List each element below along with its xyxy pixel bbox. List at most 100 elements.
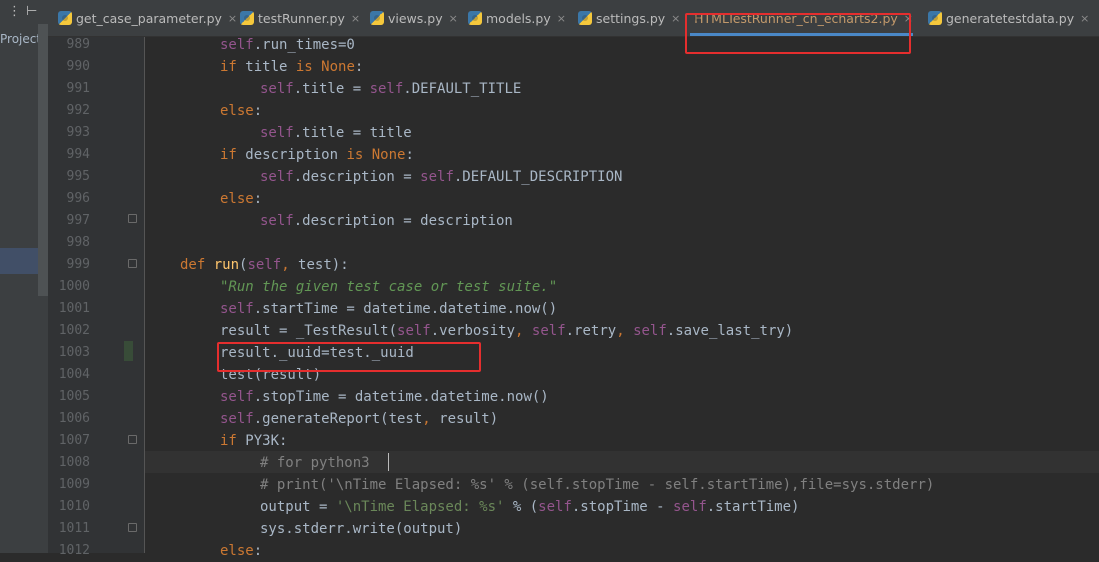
code-token: .title = title bbox=[294, 125, 412, 141]
code-token: else bbox=[220, 103, 254, 119]
line-number: 1011 bbox=[48, 518, 90, 540]
code-token: .save_last_try) bbox=[667, 323, 793, 339]
line-number: 994 bbox=[48, 144, 90, 166]
line-number: 998 bbox=[48, 232, 90, 254]
code-token: PY3K: bbox=[237, 433, 288, 449]
code-token: sys.stderr.write(output) bbox=[260, 521, 462, 537]
code-line[interactable]: else: bbox=[220, 188, 262, 210]
line-number: 989 bbox=[48, 34, 90, 56]
code-token: def bbox=[180, 257, 205, 273]
code-token: "Run the given test case or test suite." bbox=[220, 279, 557, 295]
code-line[interactable]: self.description = self.DEFAULT_DESCRIPT… bbox=[260, 166, 622, 188]
line-number: 1008 bbox=[48, 452, 90, 474]
code-token: , bbox=[281, 257, 289, 273]
code-line[interactable]: self.generateReport(test, result) bbox=[220, 408, 498, 430]
code-token: self bbox=[673, 499, 707, 515]
line-number: 1007 bbox=[48, 430, 90, 452]
line-number: 1000 bbox=[48, 276, 90, 298]
code-token: .startTime) bbox=[707, 499, 800, 515]
code-line[interactable]: if description is None: bbox=[220, 144, 414, 166]
code-token: self bbox=[220, 301, 254, 317]
code-token: run bbox=[214, 257, 239, 273]
fold-marker-icon[interactable] bbox=[128, 435, 137, 444]
code-token: title bbox=[237, 59, 296, 75]
line-number: 992 bbox=[48, 100, 90, 122]
line-number: 993 bbox=[48, 122, 90, 144]
code-lines: 989self.run_times=0990if title is None:9… bbox=[0, 0, 1099, 553]
code-line[interactable]: self.description = description bbox=[260, 210, 513, 232]
code-token: .stopTime - bbox=[572, 499, 673, 515]
code-line[interactable]: sys.stderr.write(output) bbox=[260, 518, 462, 540]
code-token: : bbox=[254, 191, 262, 207]
line-number: 999 bbox=[48, 254, 90, 276]
code-token: , bbox=[616, 323, 624, 339]
code-token: result = _TestResult( bbox=[220, 323, 397, 339]
code-token: .retry bbox=[566, 323, 617, 339]
code-token: self bbox=[538, 499, 572, 515]
annotation-box-uuid-line bbox=[217, 342, 481, 372]
line-number: 1001 bbox=[48, 298, 90, 320]
code-token: .DEFAULT_TITLE bbox=[403, 81, 521, 97]
line-number: 1010 bbox=[48, 496, 90, 518]
code-token: : bbox=[355, 59, 363, 75]
code-token: .run_times=0 bbox=[254, 37, 355, 53]
code-token: if bbox=[220, 59, 237, 75]
code-token: is bbox=[296, 59, 313, 75]
code-token: .DEFAULT_DESCRIPTION bbox=[454, 169, 623, 185]
annotation-box-active-tab bbox=[685, 13, 911, 54]
code-line[interactable]: self.title = title bbox=[260, 122, 412, 144]
code-token: .startTime = datetime.datetime.now() bbox=[254, 301, 557, 317]
line-number: 997 bbox=[48, 210, 90, 232]
code-line[interactable]: else: bbox=[220, 100, 262, 122]
code-token: if bbox=[220, 147, 237, 163]
code-token: None bbox=[321, 59, 355, 75]
fold-marker-icon[interactable] bbox=[128, 259, 137, 268]
code-line[interactable]: def run(self, test): bbox=[180, 254, 349, 276]
code-line[interactable]: "Run the given test case or test suite." bbox=[220, 276, 557, 298]
code-line[interactable]: if PY3K: bbox=[220, 430, 287, 452]
code-line[interactable]: # print('\nTime Elapsed: %s' % (self.sto… bbox=[260, 474, 934, 496]
text-caret bbox=[388, 453, 389, 471]
fold-marker-icon[interactable] bbox=[128, 523, 137, 532]
code-line[interactable]: self.run_times=0 bbox=[220, 34, 355, 56]
code-token: '\nTime Elapsed: %s' bbox=[336, 499, 505, 515]
line-number: 1003 bbox=[48, 342, 90, 364]
code-line[interactable]: if title is None: bbox=[220, 56, 363, 78]
code-line[interactable]: result = _TestResult(self.verbosity, sel… bbox=[220, 320, 793, 342]
code-token: .title = bbox=[294, 81, 370, 97]
code-token: self bbox=[220, 411, 254, 427]
code-token: else bbox=[220, 543, 254, 559]
code-line[interactable]: # for python3 bbox=[260, 452, 370, 474]
line-number: 1009 bbox=[48, 474, 90, 496]
code-token: self bbox=[260, 81, 294, 97]
code-token: .description = bbox=[294, 169, 420, 185]
code-token: self bbox=[260, 125, 294, 141]
code-token: self bbox=[633, 323, 667, 339]
code-token: self bbox=[260, 213, 294, 229]
code-token: .stopTime = datetime.datetime.now() bbox=[254, 389, 549, 405]
code-token bbox=[523, 323, 531, 339]
line-number: 990 bbox=[48, 56, 90, 78]
code-token: self bbox=[370, 81, 404, 97]
code-token: is bbox=[346, 147, 363, 163]
code-token: : bbox=[405, 147, 413, 163]
code-line[interactable]: else: bbox=[220, 540, 262, 562]
code-line[interactable]: self.stopTime = datetime.datetime.now() bbox=[220, 386, 549, 408]
fold-marker-icon[interactable] bbox=[128, 214, 137, 223]
code-token bbox=[205, 257, 213, 273]
line-number: 1004 bbox=[48, 364, 90, 386]
code-token: self bbox=[220, 389, 254, 405]
code-token: .generateReport(test bbox=[254, 411, 423, 427]
code-token: test): bbox=[290, 257, 349, 273]
code-token: self bbox=[397, 323, 431, 339]
line-number: 996 bbox=[48, 188, 90, 210]
code-token bbox=[363, 147, 371, 163]
line-number: 1005 bbox=[48, 386, 90, 408]
code-token: result) bbox=[431, 411, 498, 427]
code-line[interactable]: output = '\nTime Elapsed: %s' % (self.st… bbox=[260, 496, 799, 518]
code-line[interactable]: self.startTime = datetime.datetime.now() bbox=[220, 298, 557, 320]
code-token: # for python3 bbox=[260, 455, 370, 471]
code-token: .verbosity bbox=[431, 323, 515, 339]
code-line[interactable]: self.title = self.DEFAULT_TITLE bbox=[260, 78, 521, 100]
code-token: output = bbox=[260, 499, 336, 515]
